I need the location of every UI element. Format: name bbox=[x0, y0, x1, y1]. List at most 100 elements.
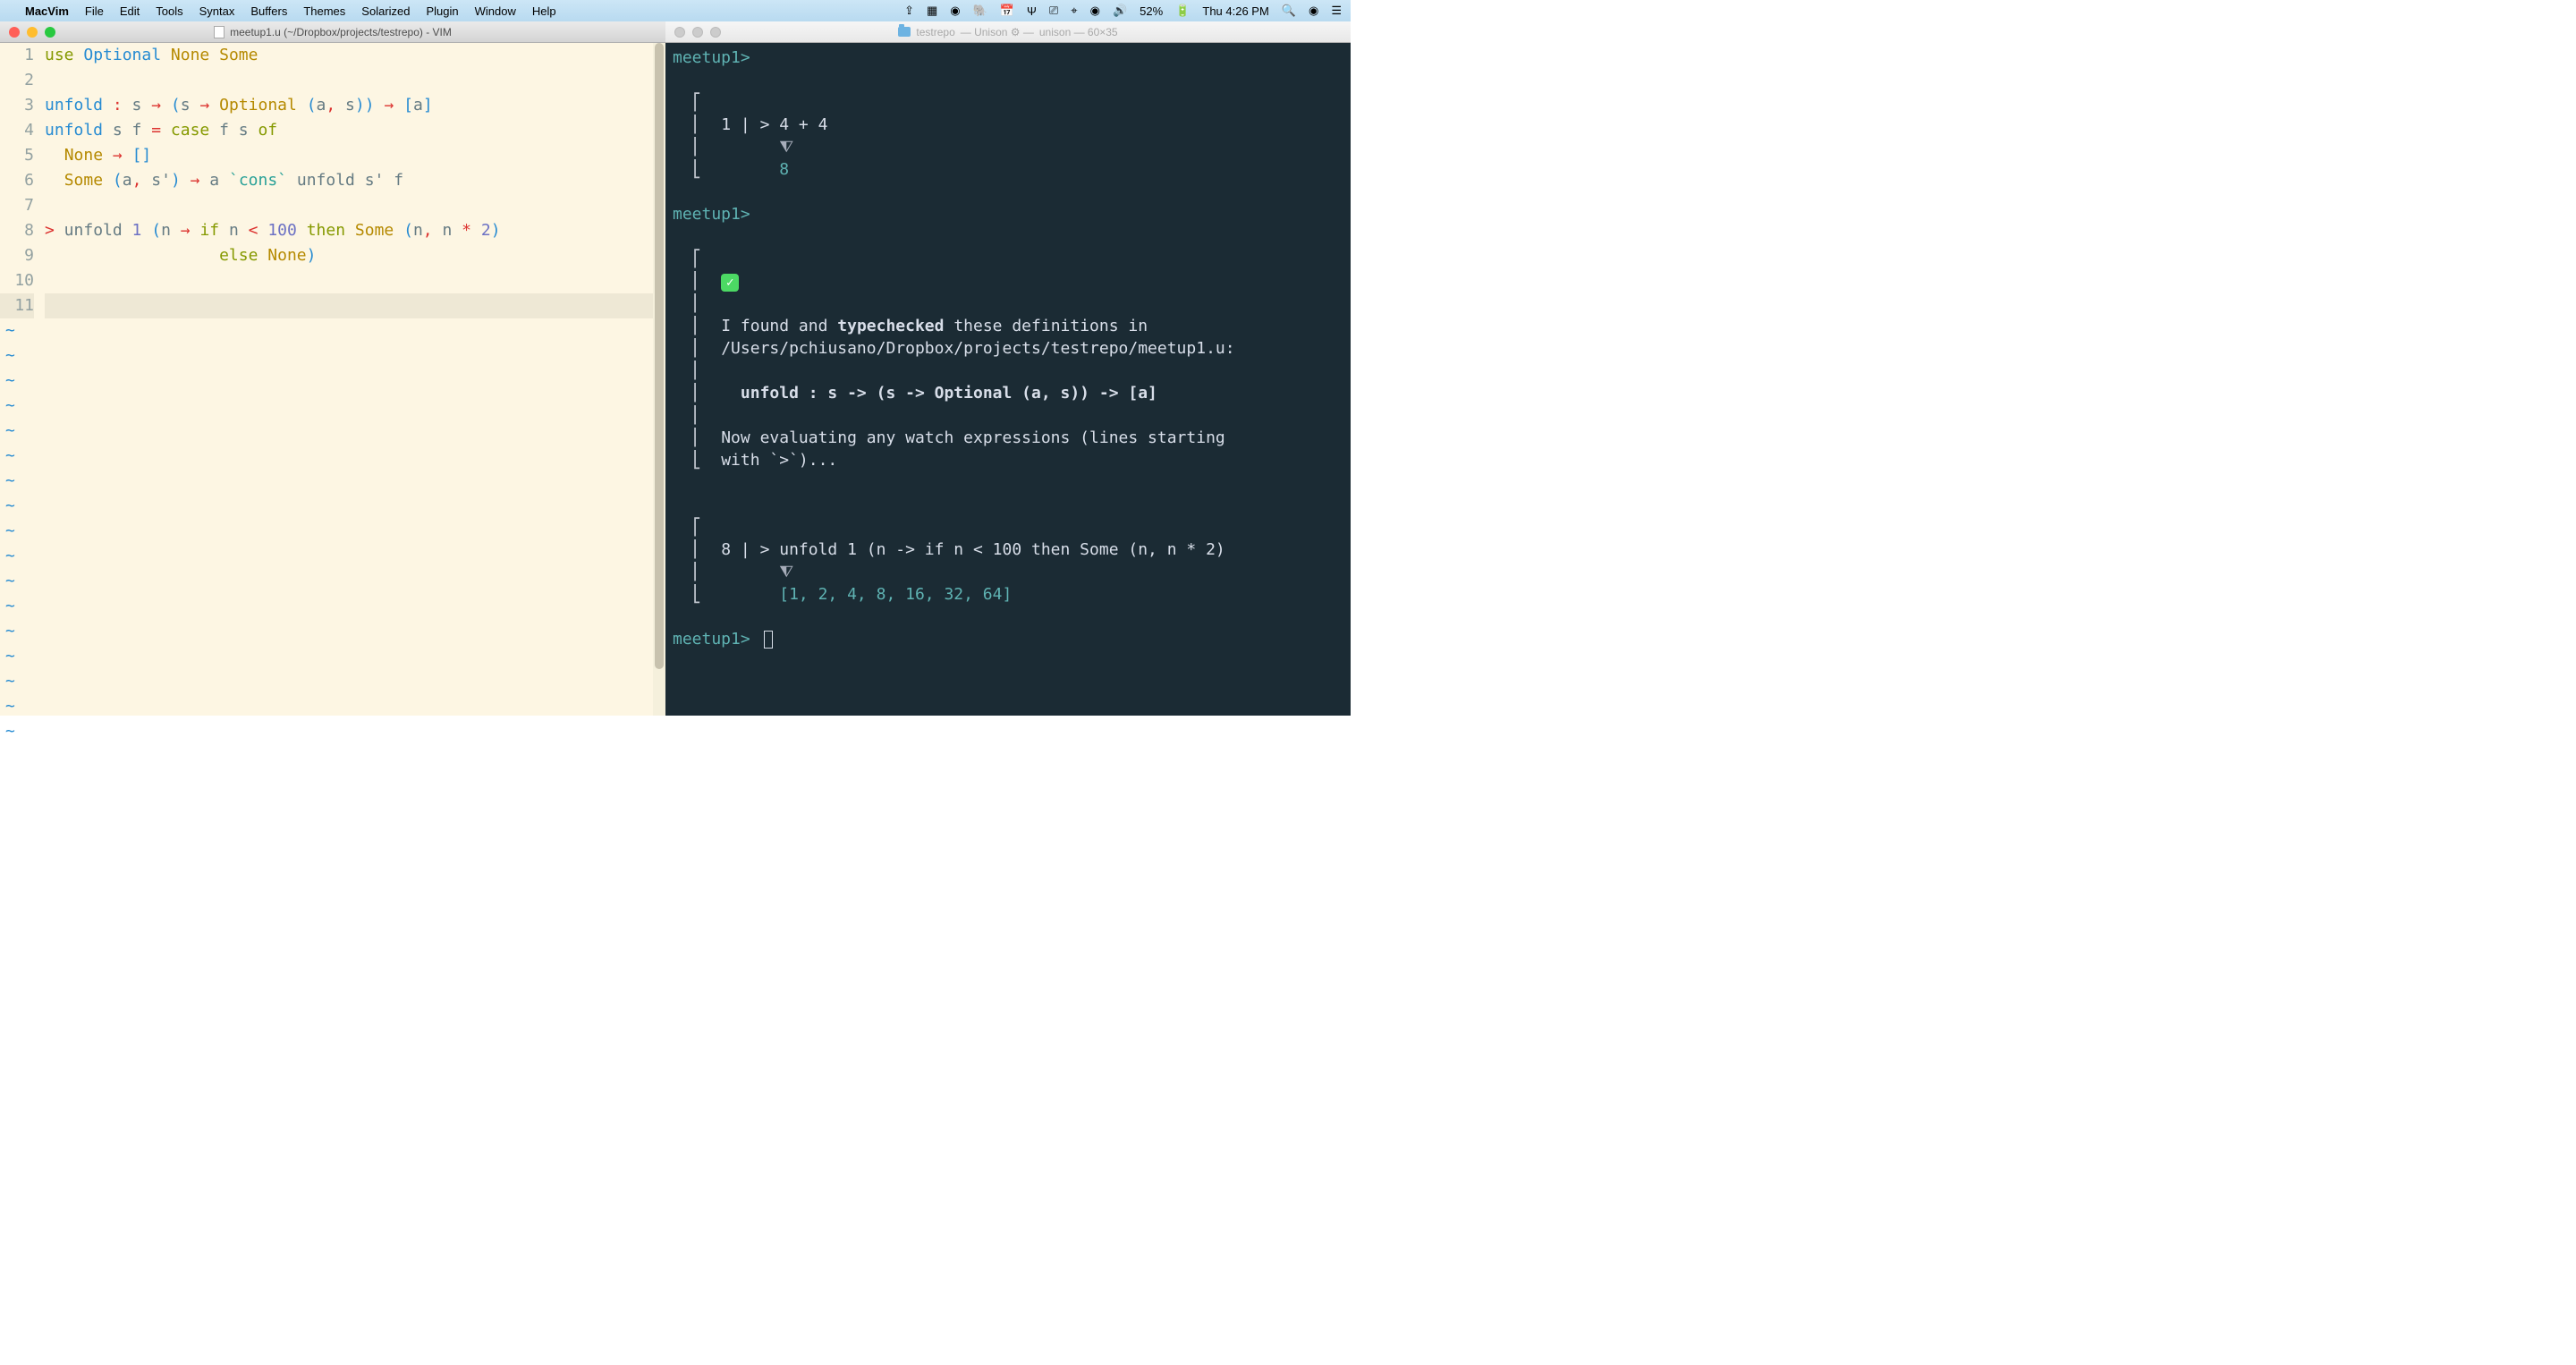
line-number: 2 bbox=[0, 68, 34, 93]
line-number: 4 bbox=[0, 118, 34, 143]
spotlight-icon[interactable]: 🔍 bbox=[1282, 4, 1296, 18]
workspace: meetup1.u (~/Dropbox/projects/testrepo) … bbox=[0, 21, 1351, 716]
menu-tools[interactable]: Tools bbox=[156, 4, 182, 18]
code-line[interactable] bbox=[45, 193, 653, 218]
watch-result: 8 bbox=[779, 160, 789, 179]
status-icon-fork[interactable]: Ψ bbox=[1027, 4, 1037, 18]
code-line[interactable]: Some (a, s') → a `cons` unfold s' f bbox=[45, 168, 653, 193]
menu-edit[interactable]: Edit bbox=[120, 4, 140, 18]
datetime[interactable]: Thu 4:26 PM bbox=[1202, 4, 1268, 18]
watch-expr-line: 1 | > 4 + 4 bbox=[721, 115, 827, 134]
block-bracket: ⎡ bbox=[692, 250, 702, 268]
title-text: meetup1.u (~/Dropbox/projects/testrepo) … bbox=[230, 26, 452, 38]
block-bracket: ⎢ bbox=[692, 294, 702, 313]
block-bracket: ⎢ bbox=[692, 384, 702, 403]
menu-themes[interactable]: Themes bbox=[303, 4, 345, 18]
close-button[interactable] bbox=[674, 27, 685, 38]
calendar-icon[interactable]: 📅 bbox=[1000, 4, 1014, 18]
status-icon-1[interactable]: ▦ bbox=[927, 4, 937, 18]
vim-tilde: ~ bbox=[5, 369, 15, 394]
vim-tilde: ~ bbox=[5, 594, 15, 619]
vim-tilde: ~ bbox=[5, 694, 15, 719]
terminal-title-folder: testrepo bbox=[916, 26, 954, 38]
editor-scrollbar[interactable] bbox=[653, 43, 665, 716]
typecheck-msg: I found and typechecked these definition… bbox=[721, 317, 1148, 335]
terminal-title-mid: — Unison ⚙ — bbox=[961, 26, 1034, 38]
traffic-lights bbox=[0, 27, 55, 38]
code-line[interactable] bbox=[45, 68, 653, 93]
vim-tilde: ~ bbox=[5, 419, 15, 444]
line-number: 6 bbox=[0, 168, 34, 193]
folder-icon bbox=[898, 27, 911, 37]
vim-tilde: ~ bbox=[5, 619, 15, 644]
minimize-button[interactable] bbox=[692, 27, 703, 38]
code-line[interactable]: None → [] bbox=[45, 143, 653, 168]
block-bracket: ⎣ bbox=[692, 451, 702, 470]
code-line[interactable]: unfold : s → (s → Optional (a, s)) → [a] bbox=[45, 93, 653, 118]
vim-tilde: ~ bbox=[5, 444, 15, 469]
watch-expr-line: 8 | > unfold 1 (n -> if n < 100 then Som… bbox=[721, 540, 1225, 559]
type-signature: unfold : s -> (s -> Optional (a, s)) -> … bbox=[741, 384, 1157, 403]
siri-icon[interactable]: ◉ bbox=[1309, 4, 1318, 18]
arrow-icon: ⧨ bbox=[779, 138, 793, 157]
code-editor[interactable]: 1234567891011 use Optional None Some unf… bbox=[0, 43, 665, 716]
document-icon bbox=[214, 26, 225, 38]
line-number: 5 bbox=[0, 143, 34, 168]
prompt: meetup1> bbox=[673, 48, 750, 67]
menubar-status: ⇪ ▦ ◉ 🐘 📅 Ψ ⎚ ⌖ ◉ 🔊 52% 🔋 Thu 4:26 PM 🔍 … bbox=[904, 4, 1342, 18]
vim-tilde: ~ bbox=[5, 519, 15, 544]
terminal-titlebar[interactable]: testrepo — Unison ⚙ — unison — 60×35 bbox=[665, 21, 1351, 43]
code-line[interactable] bbox=[45, 293, 653, 318]
vim-tilde: ~ bbox=[5, 569, 15, 594]
terminal-body[interactable]: meetup1> ⎡ ⎢ 1 | > 4 + 4 ⎢ ⧨ ⎣ 8 meetup1… bbox=[665, 43, 1351, 716]
vim-tilde: ~ bbox=[5, 343, 15, 369]
code-line[interactable] bbox=[45, 268, 653, 293]
code-line[interactable]: unfold s f = case f s of bbox=[45, 118, 653, 143]
minimize-button[interactable] bbox=[27, 27, 38, 38]
app-menu[interactable]: MacVim bbox=[25, 4, 69, 18]
eval-msg: Now evaluating any watch expressions (li… bbox=[721, 428, 1225, 447]
volume-icon[interactable]: 🔊 bbox=[1113, 4, 1127, 18]
line-number: 11 bbox=[0, 293, 34, 318]
vim-tilde: ~ bbox=[5, 494, 15, 519]
menu-syntax[interactable]: Syntax bbox=[199, 4, 235, 18]
dropbox-icon[interactable]: ⇪ bbox=[904, 4, 914, 18]
status-icon-2[interactable]: ◉ bbox=[950, 4, 960, 18]
vim-tilde: ~ bbox=[5, 719, 15, 744]
battery-percent[interactable]: 52% bbox=[1140, 4, 1163, 18]
menu-buffers[interactable]: Buffers bbox=[250, 4, 287, 18]
line-number: 9 bbox=[0, 243, 34, 268]
evernote-icon[interactable]: 🐘 bbox=[973, 4, 987, 18]
block-bracket: ⎢ bbox=[692, 540, 702, 559]
terminal-cursor bbox=[764, 631, 773, 649]
macvim-titlebar[interactable]: meetup1.u (~/Dropbox/projects/testrepo) … bbox=[0, 21, 665, 43]
line-number: 10 bbox=[0, 268, 34, 293]
battery-icon[interactable]: 🔋 bbox=[1175, 4, 1190, 18]
fullscreen-button[interactable] bbox=[45, 27, 55, 38]
menu-plugin[interactable]: Plugin bbox=[427, 4, 459, 18]
block-bracket: ⎢ bbox=[692, 138, 702, 157]
fullscreen-button[interactable] bbox=[710, 27, 721, 38]
terminal-title-dims: unison — 60×35 bbox=[1039, 26, 1118, 38]
menu-window[interactable]: Window bbox=[475, 4, 516, 18]
block-bracket: ⎡ bbox=[692, 93, 702, 112]
airplay-icon[interactable]: ⎚ bbox=[1049, 4, 1058, 18]
watch-result: [1, 2, 4, 8, 16, 32, 64] bbox=[779, 585, 1012, 604]
line-number: 8 bbox=[0, 218, 34, 243]
vim-tilde: ~ bbox=[5, 469, 15, 494]
code-area[interactable]: use Optional None Some unfold : s → (s →… bbox=[43, 43, 653, 716]
close-button[interactable] bbox=[9, 27, 20, 38]
wifi-icon[interactable]: ◉ bbox=[1090, 4, 1100, 18]
menu-file[interactable]: File bbox=[85, 4, 104, 18]
notifications-icon[interactable]: ☰ bbox=[1331, 4, 1342, 18]
scrollbar-thumb[interactable] bbox=[655, 43, 664, 669]
bluetooth-icon[interactable]: ⌖ bbox=[1071, 4, 1077, 18]
code-line[interactable]: use Optional None Some bbox=[45, 43, 653, 68]
code-line[interactable]: else None) bbox=[45, 243, 653, 268]
menu-solarized[interactable]: Solarized bbox=[361, 4, 410, 18]
block-bracket: ⎢ bbox=[692, 339, 702, 358]
menu-help[interactable]: Help bbox=[532, 4, 556, 18]
code-line[interactable]: > unfold 1 (n → if n < 100 then Some (n,… bbox=[45, 218, 653, 243]
line-number: 7 bbox=[0, 193, 34, 218]
terminal-traffic-lights bbox=[665, 27, 721, 38]
